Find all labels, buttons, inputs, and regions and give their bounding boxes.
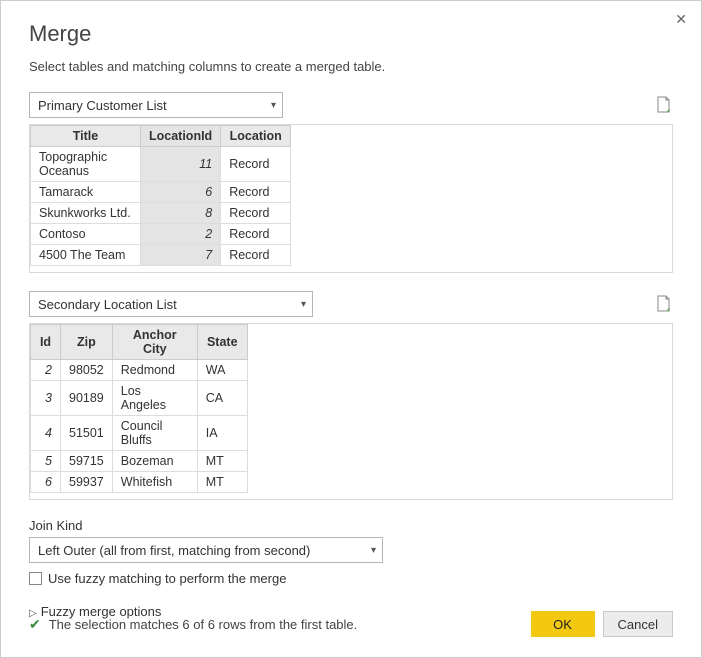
cell: Tamarack [31,182,141,203]
dialog-subtitle: Select tables and matching columns to cr… [29,59,673,74]
cell: Record [221,245,291,266]
fuzzy-matching-checkbox[interactable] [29,572,42,585]
cell: Whitefish [112,472,197,493]
col-header[interactable]: Id [31,325,61,360]
ok-button[interactable]: OK [531,611,595,637]
cell: Los Angeles [112,381,197,416]
primary-table-dropdown[interactable]: Primary Customer List ▾ [29,92,283,118]
primary-preview-table: Title LocationId Location Topographic Oc… [30,125,291,266]
cell: IA [197,416,247,451]
table-row: 4500 The Team7Record [31,245,291,266]
table-row: Skunkworks Ltd.8Record [31,203,291,224]
chevron-down-icon: ▾ [371,545,376,556]
chevron-down-icon: ▾ [301,299,306,310]
cell: 98052 [61,360,113,381]
secondary-table-dropdown-label: Secondary Location List [38,297,177,312]
checkmark-icon: ✔ [29,616,41,633]
cell: Record [221,203,291,224]
cell: Record [221,224,291,245]
table-row: 559715BozemanMT [31,451,248,472]
cell: 8 [141,203,221,224]
join-kind-dropdown[interactable]: Left Outer (all from first, matching fro… [29,537,383,563]
table-row: Tamarack6Record [31,182,291,203]
cell: WA [197,360,247,381]
refresh-secondary-icon[interactable] [655,295,671,313]
status-text: The selection matches 6 of 6 rows from t… [49,617,358,632]
cell: Bozeman [112,451,197,472]
cell: MT [197,472,247,493]
cell: MT [197,451,247,472]
cell: 2 [141,224,221,245]
cell: 4 [31,416,61,451]
cell: Record [221,182,291,203]
cell: 59715 [61,451,113,472]
secondary-table-dropdown[interactable]: Secondary Location List ▾ [29,291,313,317]
fuzzy-matching-label: Use fuzzy matching to perform the merge [48,571,286,586]
table-row: 659937WhitefishMT [31,472,248,493]
secondary-preview-table: Id Zip Anchor City State 298052RedmondWA… [30,324,248,493]
table-row: 298052RedmondWA [31,360,248,381]
table-row: Topographic Oceanus11Record [31,147,291,182]
cell: Skunkworks Ltd. [31,203,141,224]
cell: Topographic Oceanus [31,147,141,182]
cell: 2 [31,360,61,381]
cell: 11 [141,147,221,182]
table-row: 451501Council BluffsIA [31,416,248,451]
col-header[interactable]: Title [31,126,141,147]
cell: 51501 [61,416,113,451]
chevron-down-icon: ▾ [271,100,276,111]
table-row: 390189Los AngelesCA [31,381,248,416]
cell: 59937 [61,472,113,493]
col-header[interactable]: Location [221,126,291,147]
cell: 6 [141,182,221,203]
cell: Council Bluffs [112,416,197,451]
cell: 6 [31,472,61,493]
join-kind-label: Join Kind [29,518,673,533]
col-header[interactable]: Anchor City [112,325,197,360]
col-header[interactable]: State [197,325,247,360]
dialog-title: Merge [29,21,673,47]
cell: Contoso [31,224,141,245]
cell: CA [197,381,247,416]
join-kind-selected: Left Outer (all from first, matching fro… [38,543,310,558]
cell: 90189 [61,381,113,416]
cell: 7 [141,245,221,266]
cell: 5 [31,451,61,472]
cell: Redmond [112,360,197,381]
close-icon[interactable]: ✕ [675,11,687,28]
cell: 3 [31,381,61,416]
cell: Record [221,147,291,182]
cell: 4500 The Team [31,245,141,266]
col-header[interactable]: Zip [61,325,113,360]
refresh-primary-icon[interactable] [655,96,671,114]
cancel-button[interactable]: Cancel [603,611,673,637]
col-header-selected[interactable]: LocationId [141,126,221,147]
table-row: Contoso2Record [31,224,291,245]
primary-table-dropdown-label: Primary Customer List [38,98,167,113]
